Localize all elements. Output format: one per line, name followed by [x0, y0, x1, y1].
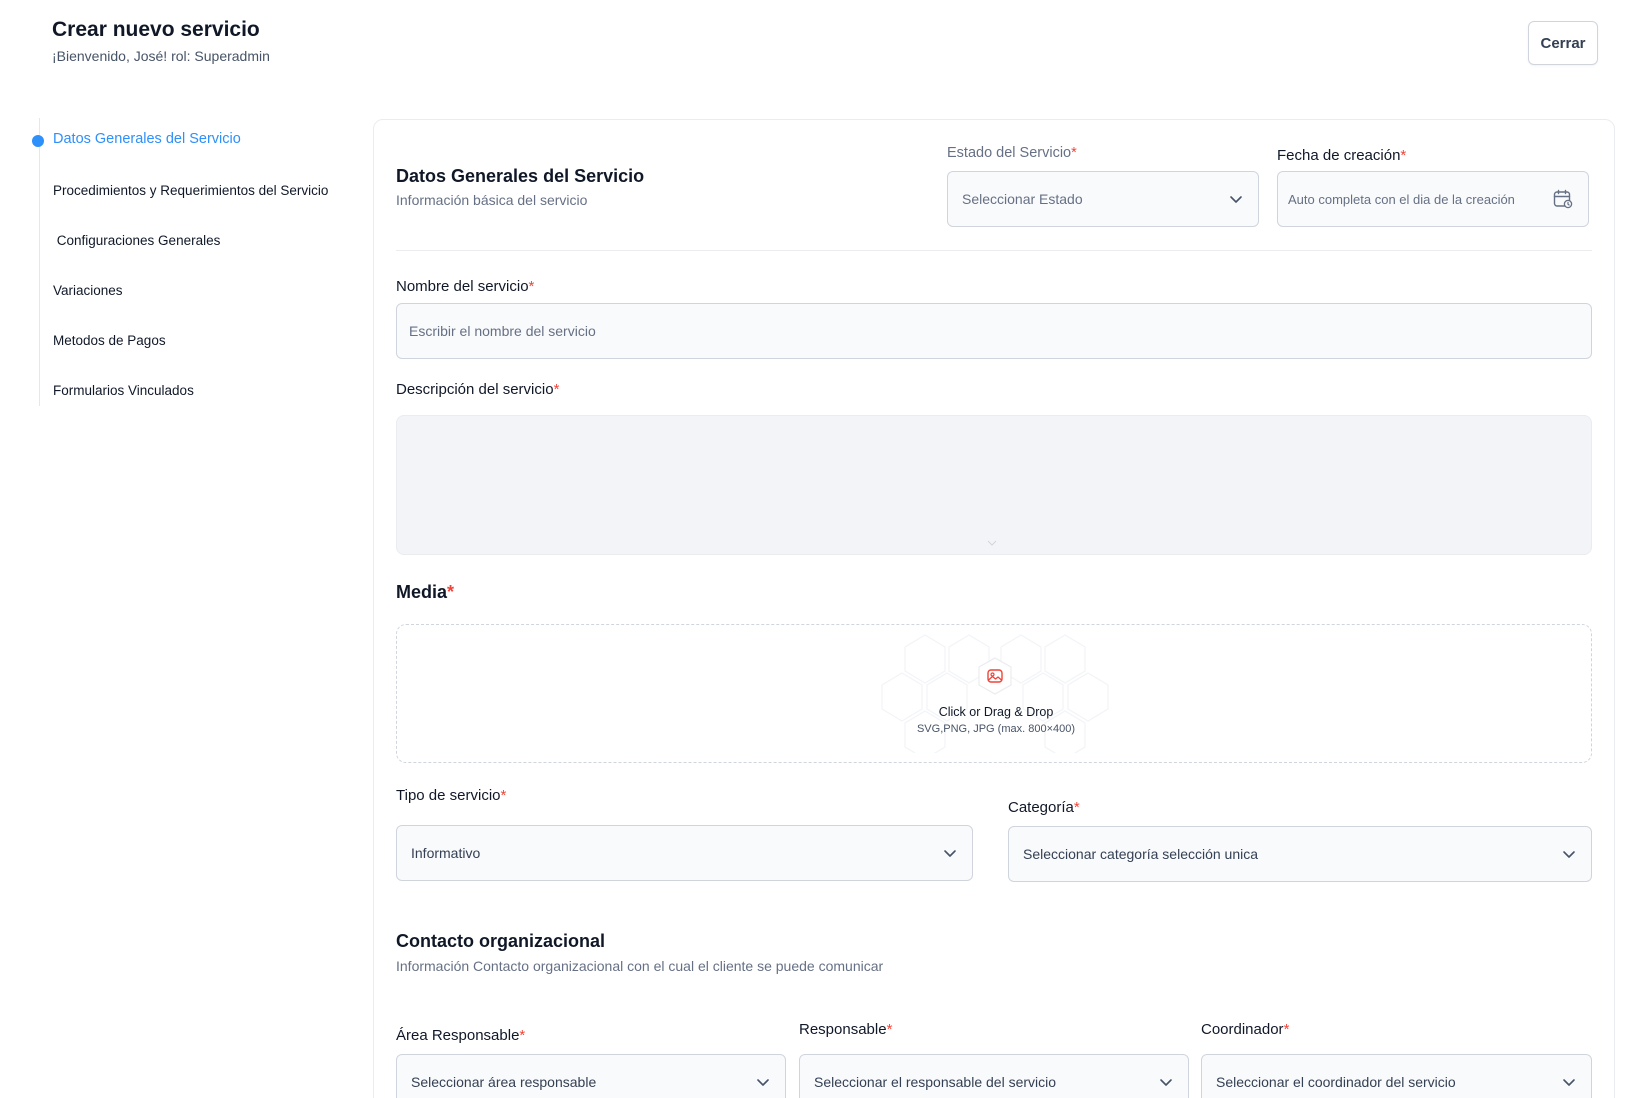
- coordinador-label: Coordinador*: [1201, 1021, 1290, 1038]
- descripcion-input[interactable]: [397, 416, 1591, 554]
- close-button[interactable]: Cerrar: [1528, 21, 1598, 65]
- area-label: Área Responsable*: [396, 1027, 526, 1044]
- area-select[interactable]: Seleccionar área responsable: [396, 1054, 786, 1098]
- estado-select[interactable]: Seleccionar Estado: [947, 171, 1259, 227]
- chevron-down-icon: [944, 850, 956, 857]
- step-navigation: Datos Generales del Servicio Procedimien…: [32, 118, 357, 406]
- section-subtitle: Información básica del servicio: [396, 192, 588, 208]
- categoria-placeholder: Seleccionar categoría selección unica: [1023, 846, 1259, 862]
- tipo-label: Tipo de servicio*: [396, 787, 507, 804]
- tipo-select[interactable]: Informativo: [396, 825, 973, 881]
- step-datos-generales[interactable]: Datos Generales del Servicio: [53, 131, 241, 147]
- page-title: Crear nuevo servicio: [52, 18, 260, 41]
- chevron-down-icon: [757, 1079, 769, 1086]
- estado-label: Estado del Servicio*: [947, 145, 1077, 161]
- dropzone-hint: SVG,PNG, JPG (max. 800×400): [916, 723, 1076, 735]
- responsable-select[interactable]: Seleccionar el responsable del servicio: [799, 1054, 1189, 1098]
- fecha-field[interactable]: Auto completa con el dia de la creación: [1277, 171, 1589, 227]
- contacto-title: Contacto organizacional: [396, 931, 606, 951]
- chevron-down-icon: [1563, 851, 1575, 858]
- contacto-subtitle: Información Contacto organizacional con …: [396, 958, 884, 974]
- step-procedimientos[interactable]: Procedimientos y Requerimientos del Serv…: [53, 183, 328, 198]
- section-title: Datos Generales del Servicio: [396, 166, 645, 186]
- tipo-value: Informativo: [411, 845, 481, 861]
- step-variaciones[interactable]: Variaciones: [53, 283, 123, 298]
- stepper-line: [39, 118, 40, 406]
- responsable-label: Responsable*: [799, 1021, 893, 1038]
- descripcion-textarea[interactable]: [396, 415, 1592, 555]
- categoria-label: Categoría*: [1008, 799, 1080, 816]
- fecha-placeholder: Auto completa con el dia de la creación: [1288, 191, 1515, 207]
- nombre-label: Nombre del servicio*: [396, 278, 535, 295]
- nombre-field[interactable]: [396, 303, 1592, 359]
- estado-placeholder: Seleccionar Estado: [962, 191, 1083, 207]
- image-upload-icon[interactable]: [975, 656, 1015, 696]
- active-step-dot-icon: [32, 135, 44, 147]
- welcome-subtitle: ¡Bienvenido, José! rol: Superadmin: [52, 48, 270, 64]
- chevron-down-icon: [1563, 1079, 1575, 1086]
- step-metodos-pagos[interactable]: Metodos de Pagos: [53, 333, 166, 348]
- resize-handle-icon[interactable]: [985, 538, 999, 548]
- page-header: Crear nuevo servicio ¡Bienvenido, José! …: [52, 18, 270, 64]
- area-placeholder: Seleccionar área responsable: [411, 1074, 597, 1090]
- calendar-icon[interactable]: [1552, 188, 1574, 210]
- coordinador-placeholder: Seleccionar el coordinador del servicio: [1216, 1074, 1456, 1090]
- responsable-placeholder: Seleccionar el responsable del servicio: [814, 1074, 1057, 1090]
- categoria-select[interactable]: Seleccionar categoría selección unica: [1008, 826, 1592, 882]
- chevron-down-icon: [1230, 196, 1242, 203]
- coordinador-select[interactable]: Seleccionar el coordinador del servicio: [1201, 1054, 1592, 1098]
- step-configuraciones[interactable]: Configuraciones Generales: [53, 233, 221, 248]
- chevron-down-icon: [1160, 1079, 1172, 1086]
- media-label: Media*: [396, 582, 455, 602]
- fecha-label: Fecha de creación*: [1277, 147, 1407, 164]
- step-formularios[interactable]: Formularios Vinculados: [53, 383, 194, 398]
- nombre-input[interactable]: [409, 323, 1577, 339]
- section-divider: [396, 250, 1592, 251]
- dropzone-title: Click or Drag & Drop: [938, 705, 1054, 719]
- descripcion-label: Descripción del servicio*: [396, 381, 560, 398]
